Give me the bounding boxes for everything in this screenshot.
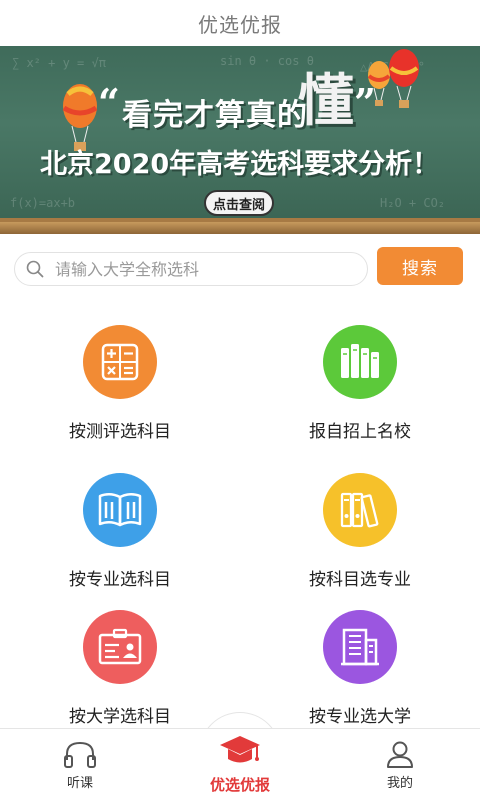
search-box[interactable] xyxy=(14,252,368,286)
menu-item-by-university[interactable]: 按大学选科目 xyxy=(0,610,240,730)
menu-item-label: 按专业选大学 xyxy=(309,707,411,727)
tab-label: 听课 xyxy=(66,775,93,791)
headphones-icon xyxy=(64,741,96,768)
banner-view-button[interactable]: 点击查阅 xyxy=(204,190,274,216)
quote-open: “ xyxy=(98,80,120,125)
search-input[interactable] xyxy=(55,259,355,279)
menu-item-major-to-university[interactable]: 按专业选大学 xyxy=(240,610,480,730)
books-icon xyxy=(323,325,397,399)
title-bar: 优选优报 xyxy=(0,0,480,46)
quote-close: ” xyxy=(354,80,376,125)
menu-item-label: 按科目选专业 xyxy=(309,570,411,590)
id-card-icon xyxy=(83,610,157,684)
binders-icon xyxy=(323,473,397,547)
calculator-icon xyxy=(83,325,157,399)
banner-subheadline: 北京2020年高考选科要求分析！ xyxy=(40,149,440,180)
menu-item-label: 报自招上名校 xyxy=(309,422,411,442)
tab-label: 优选优报 xyxy=(209,776,270,794)
building-icon xyxy=(323,610,397,684)
tab-youxuan[interactable]: 优选优报 xyxy=(180,722,300,800)
search-button[interactable]: 搜索 xyxy=(377,247,463,285)
graduation-cap-icon xyxy=(220,736,260,763)
tab-label: 我的 xyxy=(386,775,413,791)
menu-item-by-major[interactable]: 按专业选科目 xyxy=(0,473,240,593)
balloon-right-large-icon xyxy=(389,49,419,108)
menu-item-label: 按测评选科目 xyxy=(69,422,171,442)
user-icon xyxy=(387,741,413,768)
promo-banner[interactable]: ∑ x² + y = √π △ABC ∠45° f(x)=ax+b H₂O + … xyxy=(0,46,480,234)
menu-item-label: 按大学选科目 xyxy=(69,707,171,727)
tab-mine[interactable]: 我的 xyxy=(340,729,460,800)
open-book-icon xyxy=(83,473,157,547)
search-icon xyxy=(15,252,55,286)
menu-item-assessment[interactable]: 按测评选科目 xyxy=(0,325,240,445)
menu-item-self-enroll[interactable]: 报自招上名校 xyxy=(240,325,480,445)
page-title: 优选优报 xyxy=(198,12,282,37)
banner-headline: 看完才算真的 xyxy=(122,98,308,133)
search-row: 搜索 xyxy=(0,246,480,292)
banner-emphasis: 懂 xyxy=(298,69,354,134)
menu-item-by-subject[interactable]: 按科目选专业 xyxy=(240,473,480,593)
chalkboard-frame xyxy=(0,222,480,234)
menu-item-label: 按专业选科目 xyxy=(69,570,171,590)
tab-listen[interactable]: 听课 xyxy=(20,729,140,800)
